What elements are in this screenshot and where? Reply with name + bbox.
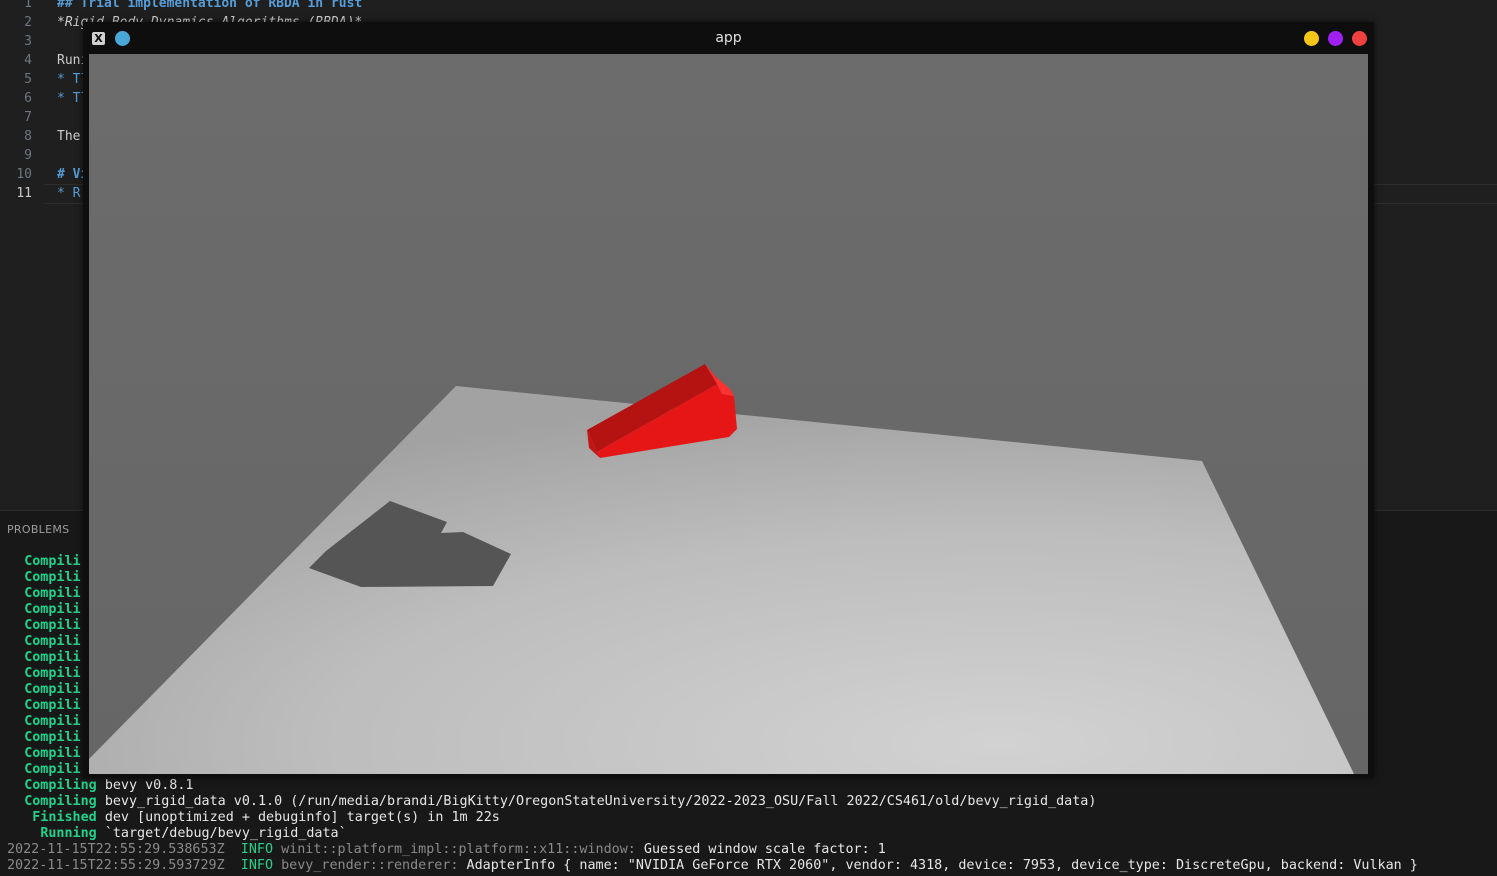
- line-number: 9: [24, 148, 32, 163]
- log-target: winit::platform_impl::platform::x11::win…: [281, 842, 636, 857]
- compile-status: Compili: [24, 730, 81, 745]
- terminal-line: Compili: [0, 650, 81, 666]
- log-level: INFO: [240, 842, 274, 857]
- code-line[interactable]: The: [57, 129, 80, 144]
- compile-status: Compili: [24, 602, 81, 617]
- app-window[interactable]: X app: [83, 22, 1374, 778]
- log-level: INFO: [240, 858, 274, 873]
- terminal-line: Compili: [0, 634, 81, 650]
- terminal-line: Compili: [0, 730, 81, 746]
- log-message: AdapterInfo { name: "NVIDIA GeForce RTX …: [466, 858, 1418, 873]
- terminal-line: Compili: [0, 570, 81, 586]
- maximize-button[interactable]: [1328, 31, 1343, 46]
- tab-problems[interactable]: PROBLEMS: [7, 523, 69, 536]
- line-number: 10: [16, 167, 32, 182]
- line-number: 6: [24, 91, 32, 106]
- line-number: 8: [24, 129, 32, 144]
- compile-status: Compili: [24, 586, 81, 601]
- cargo-message: `target/debug/bevy_rigid_data`: [104, 826, 347, 841]
- compile-status: Compili: [24, 682, 81, 697]
- line-number: 4: [24, 53, 32, 68]
- terminal-line: Running `target/debug/bevy_rigid_data`: [0, 826, 347, 842]
- cargo-message: bevy v0.8.1: [104, 778, 194, 793]
- compile-status: Compili: [24, 634, 81, 649]
- window-titlebar[interactable]: X app: [83, 22, 1374, 54]
- log-line: 2022-11-15T22:55:29.538653Z INFO winit::…: [7, 842, 886, 858]
- 3d-viewport[interactable]: [89, 54, 1368, 774]
- terminal-line: Compili: [0, 714, 81, 730]
- compile-status: Compili: [24, 666, 81, 681]
- log-target: bevy_render::renderer:: [281, 858, 459, 873]
- window-title: app: [715, 30, 742, 46]
- terminal-line: Compili: [0, 666, 81, 682]
- terminal-line: Compili: [0, 618, 81, 634]
- line-number: 11: [16, 186, 32, 201]
- close-button[interactable]: [1352, 31, 1367, 46]
- cargo-status: Compiling: [24, 794, 97, 809]
- terminal-line: Compili: [0, 554, 81, 570]
- cargo-message: dev [unoptimized + debuginfo] target(s) …: [104, 810, 500, 825]
- cargo-status: Finished: [32, 810, 97, 825]
- cargo-status: Compiling: [24, 778, 97, 793]
- terminal-line: Compili: [0, 682, 81, 698]
- compile-status: Compili: [24, 762, 81, 777]
- compile-status: Compili: [24, 650, 81, 665]
- terminal-line: Finished dev [unoptimized + debuginfo] t…: [0, 810, 500, 826]
- compile-status: Compili: [24, 714, 81, 729]
- minimize-button[interactable]: [1304, 31, 1319, 46]
- code-line[interactable]: ## Trial implementation of RBDA in rust: [57, 0, 362, 11]
- compile-status: Compili: [24, 618, 81, 633]
- compile-status: Compili: [24, 570, 81, 585]
- compile-status: Compili: [24, 554, 81, 569]
- compile-status: Compili: [24, 746, 81, 761]
- log-line: 2022-11-15T22:55:29.593729Z INFO bevy_re…: [7, 858, 1418, 874]
- cargo-message: bevy_rigid_data v0.1.0 (/run/media/brand…: [104, 794, 1097, 809]
- terminal-line: Compili: [0, 762, 81, 778]
- line-number: 5: [24, 72, 32, 87]
- terminal-line: Compili: [0, 586, 81, 602]
- log-timestamp: 2022-11-15T22:55:29.593729Z: [7, 858, 225, 873]
- line-number: 7: [24, 110, 32, 125]
- terminal-line: Compiling bevy v0.8.1: [0, 778, 194, 794]
- terminal-line: Compili: [0, 602, 81, 618]
- terminal-line: Compiling bevy_rigid_data v0.1.0 (/run/m…: [0, 794, 1096, 810]
- line-number: 2: [24, 15, 32, 30]
- line-number: 3: [24, 34, 32, 49]
- compile-status: Compili: [24, 698, 81, 713]
- log-message: Guessed window scale factor: 1: [643, 842, 886, 857]
- line-number: 1: [24, 0, 32, 11]
- terminal-line: Compili: [0, 746, 81, 762]
- log-timestamp: 2022-11-15T22:55:29.538653Z: [7, 842, 225, 857]
- terminal-line: Compili: [0, 698, 81, 714]
- cargo-status: Running: [40, 826, 97, 841]
